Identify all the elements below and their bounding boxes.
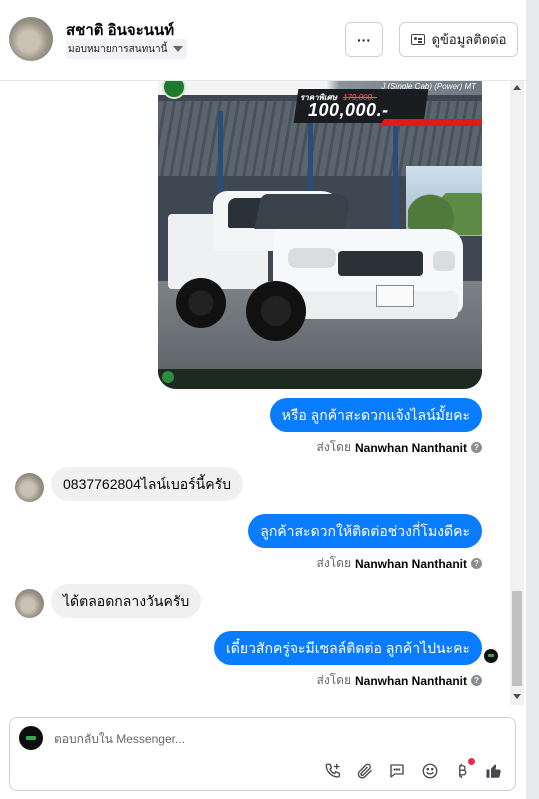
more-options-button[interactable]: ··· (345, 22, 383, 57)
view-contact-label: ดูข้อมูลติดต่อ (431, 32, 507, 47)
outgoing-message[interactable]: ลูกค้าสะดวกให้ติดต่อช่วงกี่โมงดีคะ (248, 514, 482, 548)
sender-name[interactable]: Nanwhan Nanthanit (355, 557, 467, 571)
thread-scrollbar[interactable] (510, 81, 524, 705)
truck-windshield (254, 194, 352, 229)
truck-headlight (288, 248, 336, 268)
assign-conversation-dropdown[interactable]: มอบหมายการสนทนานี้ (66, 39, 188, 59)
view-contact-button[interactable]: ดูข้อมูลติดต่อ (399, 22, 518, 57)
seen-indicator-avatar (484, 649, 498, 663)
truck-wheel (176, 278, 226, 328)
outgoing-message[interactable]: หรือ ลูกค้าสะดวกแจ้งไลน์มั้ยคะ (269, 398, 482, 432)
notification-dot (468, 758, 475, 765)
sent-by-label: ส่งโดย Nanwhan Nanthanit ? (317, 671, 482, 690)
help-icon[interactable]: ? (471, 558, 482, 569)
shared-photo[interactable]: J (Single Cab) (Power) MT ราคาพิเศษ 179,0… (158, 81, 482, 389)
attachment-icon[interactable] (355, 761, 375, 781)
reply-input[interactable] (54, 732, 454, 746)
sender-name[interactable]: Nanwhan Nanthanit (355, 441, 467, 455)
reply-composer (9, 717, 516, 791)
like-icon[interactable] (484, 761, 504, 781)
ad-footer (158, 369, 482, 389)
truck-grille (338, 251, 423, 276)
page-avatar (19, 726, 43, 750)
incoming-message[interactable]: ได้ตลอดกลางวันครับ (51, 584, 202, 618)
scroll-up-arrow[interactable] (513, 85, 521, 90)
help-icon[interactable]: ? (471, 442, 482, 453)
message-thread: J (Single Cab) (Power) MT ราคาพิเศษ 179,0… (0, 81, 526, 706)
scroll-down-arrow[interactable] (513, 694, 521, 699)
truck-bumper (288, 291, 458, 319)
truck-headlight (433, 251, 455, 271)
emoji-icon[interactable] (420, 761, 440, 781)
saved-replies-icon[interactable] (387, 761, 407, 781)
sender-name[interactable]: Nanwhan Nanthanit (355, 674, 467, 688)
page-gutter (526, 0, 539, 799)
call-icon[interactable] (323, 761, 343, 781)
ad-footer-logo (162, 371, 174, 383)
help-icon[interactable]: ? (471, 675, 482, 686)
sent-by-prefix: ส่งโดย (316, 556, 351, 570)
sent-by-label: ส่งโดย Nanwhan Nanthanit ? (317, 438, 482, 457)
red-strip (379, 119, 482, 126)
contact-avatar-small[interactable] (15, 473, 44, 502)
contact-avatar-small[interactable] (15, 589, 44, 618)
incoming-message[interactable]: 0837762804ไลน์เบอร์นี้ครับ (51, 467, 243, 501)
contact-card-icon (410, 34, 425, 45)
conversation-header: สชาติ อินจะนนท์ มอบหมายการสนทนานี้ ··· ด… (0, 0, 526, 81)
truck-plate (376, 285, 414, 307)
scroll-thumb[interactable] (512, 591, 522, 686)
sent-by-prefix: ส่งโดย (316, 673, 351, 687)
chevron-down-icon (173, 46, 184, 52)
truck-wheel (246, 281, 306, 341)
assign-label: มอบหมายการสนทนานี้ (68, 43, 168, 55)
price-new: 100,000.- (308, 100, 389, 120)
outgoing-message[interactable]: เดี๋ยวสักครู่จะมีเซลล์ติดต่อ ลูกค้าไปนะค… (213, 631, 482, 665)
photo-beam (393, 111, 398, 241)
dealer-logo (162, 81, 186, 99)
sent-by-prefix: ส่งโดย (316, 440, 351, 454)
contact-avatar[interactable] (9, 17, 53, 61)
sent-by-label: ส่งโดย Nanwhan Nanthanit ? (317, 554, 482, 573)
